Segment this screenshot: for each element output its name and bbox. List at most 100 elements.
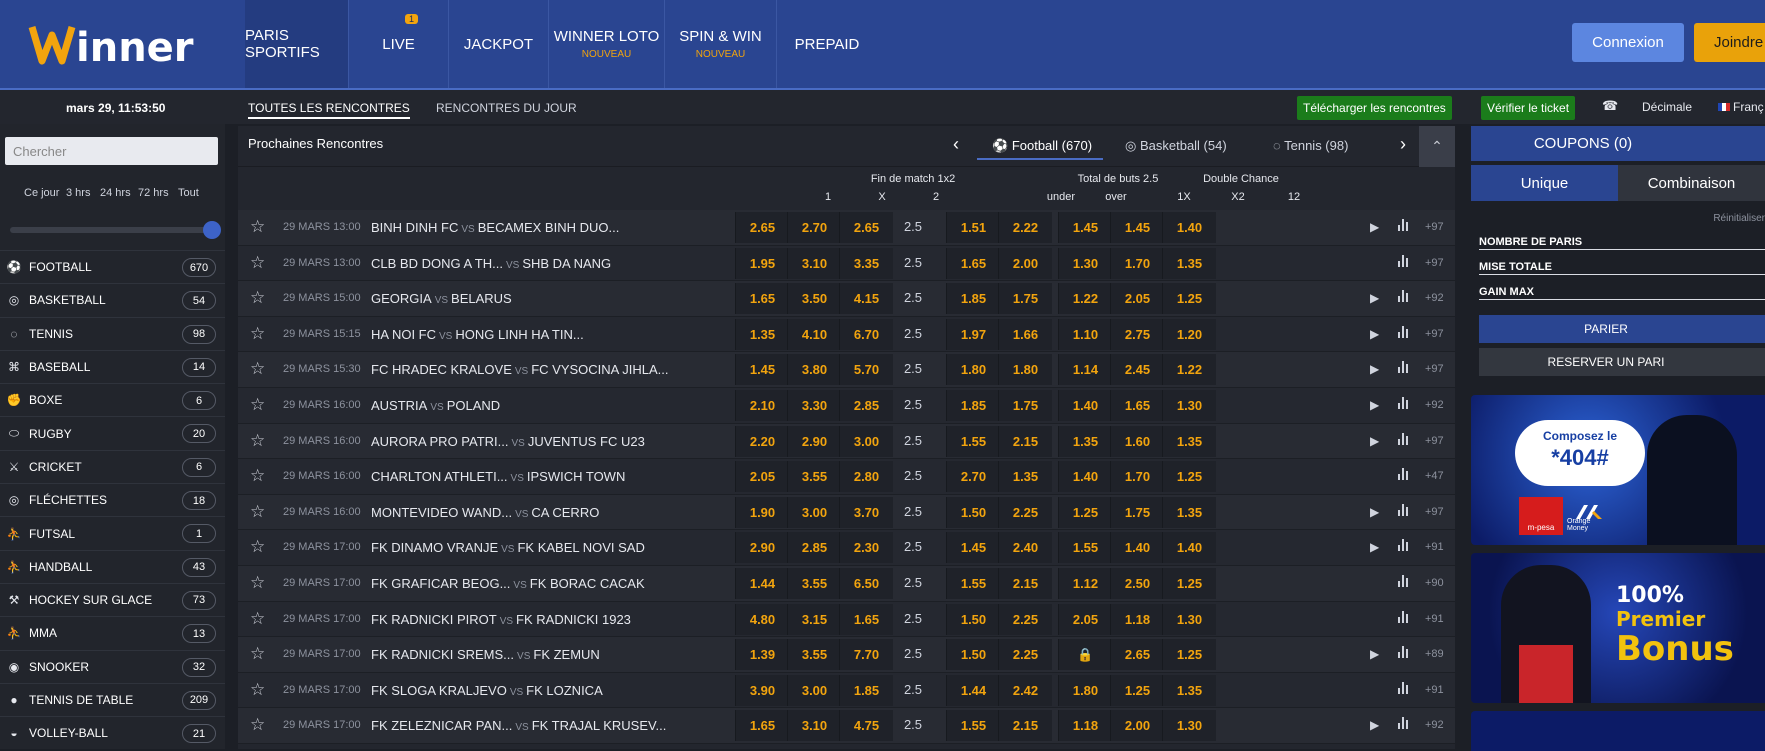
stats-icon[interactable] [1398,396,1408,409]
play-icon[interactable]: ▶ [1370,647,1379,661]
sidebar-item-snooker[interactable]: ◉ SNOOKER 32 [0,649,225,683]
odd-ox[interactable]: 3.00 [787,674,841,706]
period-72h[interactable]: 72 hrs [138,187,169,199]
more-markets[interactable]: +91 [1425,684,1444,696]
period-24h[interactable]: 24 hrs [100,187,131,199]
sidebar-item-hockey-sur-glace[interactable]: ⚒ HOCKEY SUR GLACE 73 [0,582,225,616]
odd-over[interactable]: 2.15 [998,710,1052,742]
match-teams[interactable]: GEORGIA VS BELARUS [371,291,512,306]
bonus-promo-banner[interactable]: 100% Premier Bonus [1471,553,1765,703]
odd-d12[interactable]: 1.22 [1162,354,1216,386]
odd-over[interactable]: 2.00 [998,247,1052,279]
odd-dx2[interactable]: 2.00 [1110,710,1164,742]
more-markets[interactable]: +92 [1425,399,1444,411]
odd-o2[interactable]: 1.65 [839,603,893,635]
odd-d12[interactable]: 1.35 [1162,425,1216,457]
odd-over[interactable]: 2.22 [998,212,1052,243]
tab-single[interactable]: Unique [1471,165,1618,201]
odd-o1[interactable]: 1.45 [735,354,789,386]
odd-o2[interactable]: 3.70 [839,496,893,528]
favorite-star-icon[interactable]: ☆ [250,431,265,451]
sidebar-item-mma[interactable]: ⛹ MMA 13 [0,616,225,649]
odd-ox[interactable]: 3.80 [787,354,841,386]
odd-d1x[interactable]: 1.12 [1058,567,1112,599]
odd-o2[interactable]: 3.00 [839,425,893,457]
odd-o2[interactable]: 4.15 [839,283,893,315]
odd-o1[interactable]: 2.10 [735,389,789,421]
odd-d1x[interactable]: 1.30 [1058,247,1112,279]
collapse-button[interactable]: ⌃ [1419,126,1455,167]
language-select[interactable]: Franç [1718,100,1764,114]
more-markets[interactable]: +91 [1425,613,1444,625]
odd-ox[interactable]: 3.10 [787,710,841,742]
play-icon[interactable]: ▶ [1370,220,1379,234]
period-all[interactable]: Tout [178,187,199,199]
odd-dx2[interactable]: 1.45 [1110,212,1164,243]
odd-d12[interactable]: 1.35 [1162,674,1216,706]
odd-under[interactable]: 1.50 [946,496,1000,528]
match-teams[interactable]: FK GRAFICAR BEOG... VS FK BORAC CACAK [371,576,645,591]
stats-icon[interactable] [1398,468,1408,481]
stats-icon[interactable] [1398,539,1408,552]
more-markets[interactable]: +97 [1425,221,1444,233]
odd-o1[interactable]: 1.35 [735,318,789,350]
odd-d12[interactable]: 1.25 [1162,461,1216,493]
odd-d1x[interactable]: 1.40 [1058,389,1112,421]
sidebar-item-futsal[interactable]: ⛹ FUTSAL 1 [0,516,225,549]
odd-d1x[interactable]: 1.40 [1058,461,1112,493]
odd-dx2[interactable]: 1.25 [1110,674,1164,706]
odd-o1[interactable]: 1.39 [735,639,789,671]
odd-d1x[interactable]: 1.45 [1058,212,1112,243]
tab-combo[interactable]: Combinaison [1618,165,1765,201]
sidebar-item-cricket[interactable]: ⚔ CRICKET 6 [0,449,225,483]
odd-d1x[interactable]: 1.80 [1058,674,1112,706]
stats-icon[interactable] [1398,361,1408,374]
nav-winner-loto[interactable]: WINNER LOTO NOUVEAU [549,0,665,88]
odd-under[interactable]: 1.50 [946,639,1000,671]
odd-d12[interactable]: 1.40 [1162,212,1216,243]
odd-dx2[interactable]: 1.70 [1110,247,1164,279]
favorite-star-icon[interactable]: ☆ [250,609,265,629]
odd-ox[interactable]: 3.15 [787,603,841,635]
odd-over[interactable]: 2.42 [998,674,1052,706]
odd-ox[interactable]: 2.90 [787,425,841,457]
more-markets[interactable]: +97 [1425,363,1444,375]
odd-d1x[interactable]: 1.55 [1058,532,1112,564]
odd-d1x[interactable]: 1.10 [1058,318,1112,350]
chevron-left-icon[interactable]: ‹ [953,134,959,155]
stats-icon[interactable] [1398,219,1408,231]
login-button[interactable]: Connexion [1572,23,1684,62]
more-markets[interactable]: +97 [1425,506,1444,518]
favorite-star-icon[interactable]: ☆ [250,715,265,735]
favorite-star-icon[interactable]: ☆ [250,502,265,522]
more-markets[interactable]: +97 [1425,435,1444,447]
odd-under[interactable]: 1.45 [946,532,1000,564]
search-input[interactable] [5,137,218,165]
odd-o1[interactable]: 4.80 [735,603,789,635]
sidebar-item-rugby[interactable]: ⬭ RUGBY 20 [0,416,225,449]
odd-over[interactable]: 2.15 [998,567,1052,599]
stats-icon[interactable] [1398,646,1408,659]
odd-under[interactable]: 1.44 [946,674,1000,706]
odd-o2[interactable]: 2.30 [839,532,893,564]
stats-icon[interactable] [1398,254,1408,267]
odd-dx2[interactable]: 2.05 [1110,283,1164,315]
odd-over[interactable]: 1.75 [998,283,1052,315]
odd-ox[interactable]: 3.00 [787,496,841,528]
odd-o1[interactable]: 3.90 [735,674,789,706]
odd-ox[interactable]: 3.55 [787,567,841,599]
match-teams[interactable]: FK ZELEZNICAR PAN... VS FK TRAJAL KRUSEV..… [371,718,666,733]
nav-prepaid[interactable]: PREPAID [777,0,877,88]
odd-o2[interactable]: 2.85 [839,389,893,421]
odd-d1x[interactable]: 1.18 [1058,710,1112,742]
stats-icon[interactable] [1398,503,1408,516]
download-matches-button[interactable]: Télécharger les rencontres [1297,96,1452,120]
odd-o2[interactable]: 5.70 [839,354,893,386]
odd-o2[interactable]: 2.65 [839,212,893,243]
odd-under[interactable]: 1.85 [946,283,1000,315]
odd-over[interactable]: 1.80 [998,354,1052,386]
odd-under[interactable]: 1.51 [946,212,1000,243]
ussd-promo-banner[interactable]: Composez le *404# m-pesa Orange Money [1471,395,1765,545]
odd-dx2[interactable]: 1.40 [1110,532,1164,564]
odd-ox[interactable]: 3.55 [787,639,841,671]
